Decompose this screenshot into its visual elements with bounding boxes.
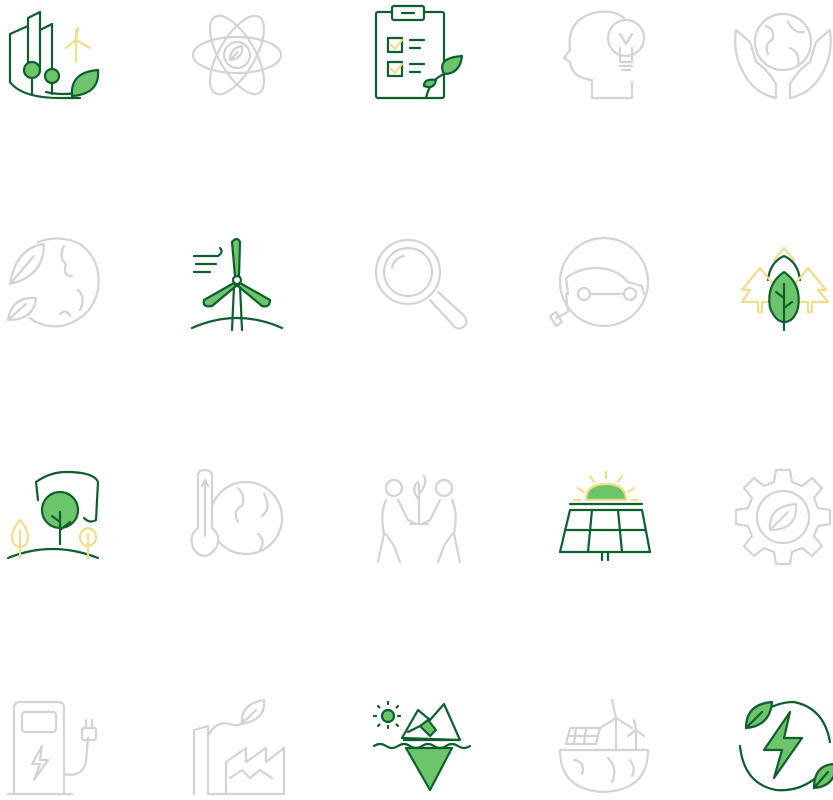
hand-tree-icon <box>0 460 110 570</box>
magnifier-icon <box>364 228 474 338</box>
green-city-icon <box>0 0 110 110</box>
eco-checklist-icon <box>364 0 474 110</box>
people-planting-icon <box>364 460 474 570</box>
factory-leaf-icon <box>182 690 292 800</box>
icon-grid <box>0 0 833 796</box>
green-energy-icon <box>728 690 833 800</box>
iceberg-icon <box>364 690 474 800</box>
electric-car-icon <box>546 228 656 338</box>
climate-thermometer-icon <box>182 460 292 570</box>
forest-icon <box>728 228 833 338</box>
renewable-earth-icon <box>546 690 656 800</box>
idea-head-icon <box>546 0 656 110</box>
ev-charger-icon <box>0 690 110 800</box>
eco-gear-icon <box>728 460 833 570</box>
solar-panel-icon <box>546 460 656 570</box>
eco-atom-icon <box>182 0 292 110</box>
hands-globe-icon <box>728 0 833 110</box>
wind-turbine-icon <box>182 228 292 338</box>
leaf-globe-icon <box>0 228 110 338</box>
